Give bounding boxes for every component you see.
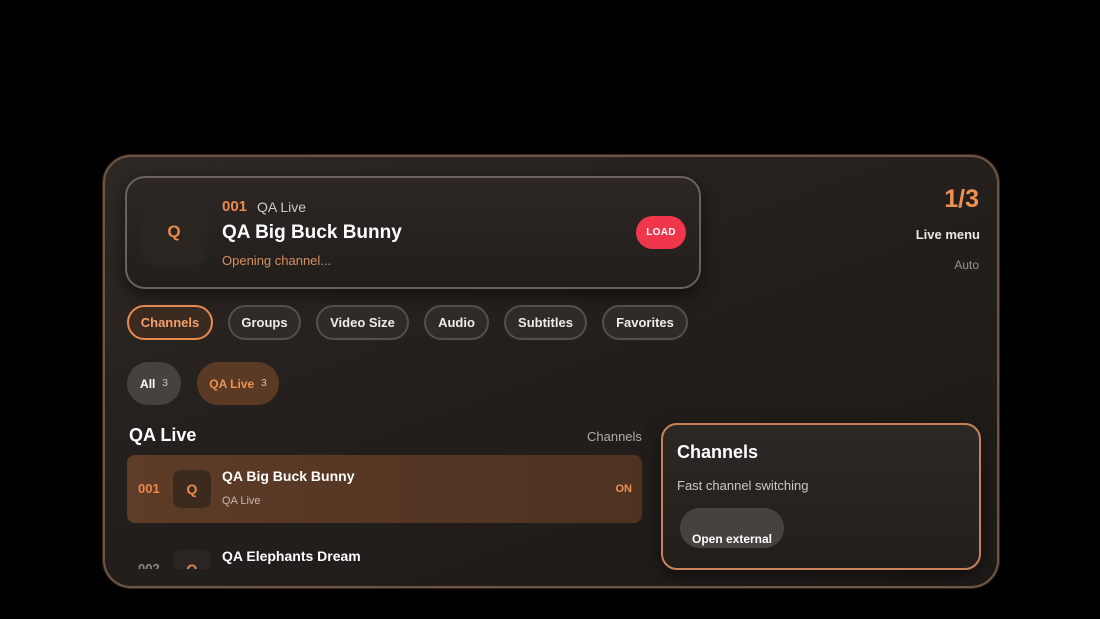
tab-subtitles[interactable]: Subtitles — [504, 305, 587, 340]
channel-state-badge: ON — [615, 483, 633, 495]
channel-row[interactable]: 001 Q QA Big Buck Bunny QA Live ON — [127, 455, 642, 523]
section-right-label: Channels — [587, 429, 642, 444]
tab-groups[interactable]: Groups — [228, 305, 301, 340]
now-playing-group: QA Live — [257, 199, 307, 215]
section-title: QA Live — [129, 425, 197, 445]
mode-label: Auto — [954, 258, 979, 272]
info-card-title: Channels — [677, 442, 759, 462]
channel-group: QA Live — [222, 495, 261, 507]
now-playing-card: Q 001 QA Live QA Big Buck Bunny Opening … — [125, 176, 701, 289]
channel-number: 002 — [138, 561, 160, 569]
live-menu-panel: Q 001 QA Live QA Big Buck Bunny Opening … — [103, 155, 999, 588]
channel-list: 001 Q QA Big Buck Bunny QA Live ON 002 Q… — [127, 455, 642, 569]
now-playing-status: Opening channel... — [222, 253, 332, 268]
tab-audio[interactable]: Audio — [424, 305, 489, 340]
filter-qa-live-label: QA Live — [209, 376, 255, 391]
channel-logo: Q — [173, 550, 211, 569]
load-button[interactable]: LOAD — [636, 216, 686, 249]
filter-all-label: All — [140, 376, 156, 391]
filter-qa-live[interactable]: QA Live 3 — [197, 362, 279, 405]
channel-title: QA Elephants Dream — [222, 548, 361, 564]
now-playing-number: 001 — [222, 198, 248, 215]
tab-video-size[interactable]: Video Size — [316, 305, 409, 340]
channel-logo: Q — [173, 470, 211, 508]
info-card-text: Fast channel switching — [677, 478, 809, 493]
open-external-button[interactable]: Open external — [680, 508, 784, 548]
channel-row[interactable]: 002 Q QA Elephants Dream — [127, 535, 642, 569]
now-playing-title: QA Big Buck Bunny — [222, 222, 402, 243]
info-card: Channels Fast channel switching Open ext… — [661, 423, 981, 570]
page-counter: 1/3 — [944, 185, 979, 213]
menu-label: Live menu — [915, 227, 980, 242]
filter-all-count: 3 — [162, 378, 168, 389]
channel-number: 001 — [138, 481, 160, 496]
channel-logo: Q — [141, 199, 207, 265]
filter-qa-live-count: 3 — [261, 378, 267, 389]
tab-channels[interactable]: Channels — [127, 305, 213, 340]
filter-all[interactable]: All 3 — [127, 362, 181, 405]
channel-title: QA Big Buck Bunny — [222, 468, 355, 484]
tab-favorites[interactable]: Favorites — [602, 305, 688, 340]
